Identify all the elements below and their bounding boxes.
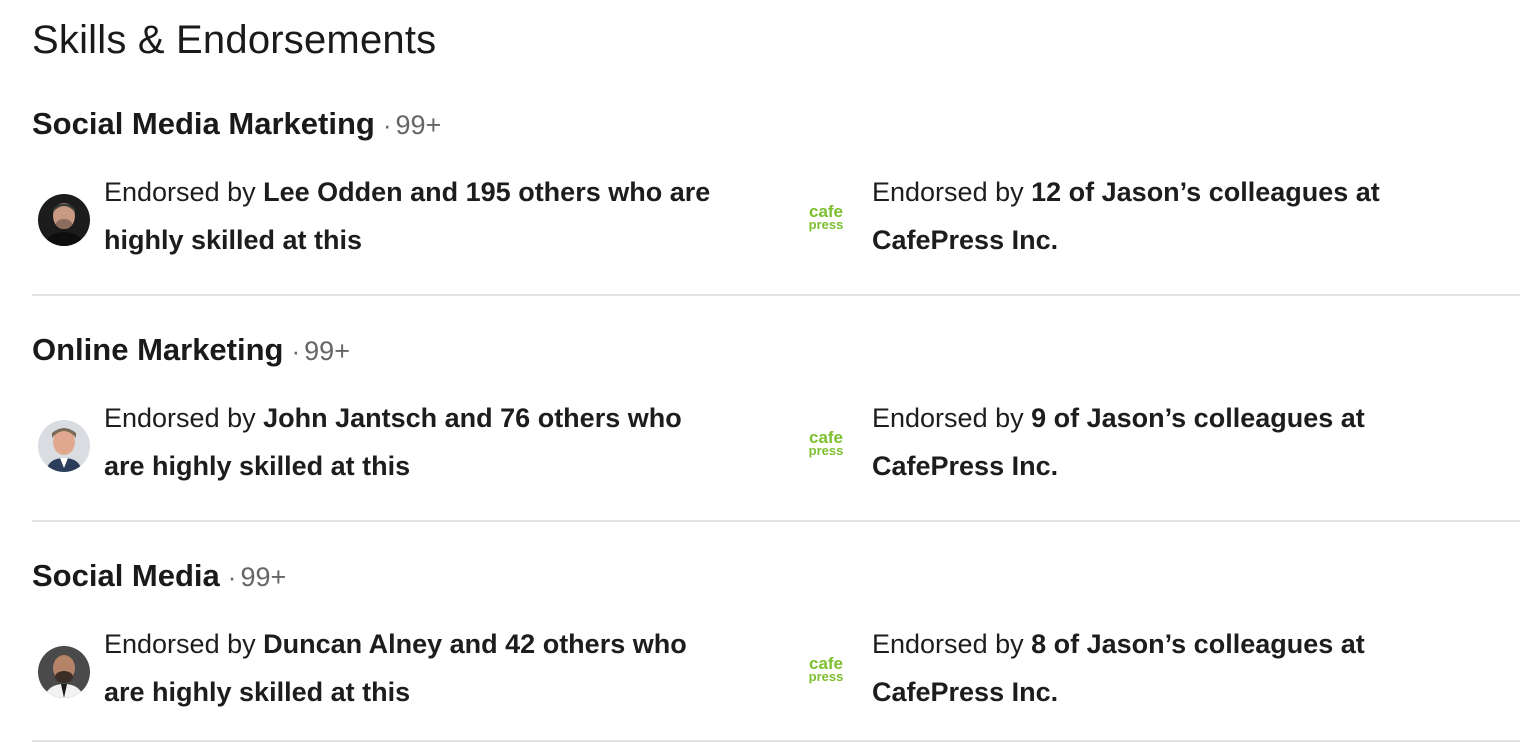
skill-name[interactable]: Social Media <box>32 558 220 593</box>
cafepress-logo-icon: cafe press <box>809 654 844 684</box>
avatar-lee-odden[interactable] <box>38 194 90 246</box>
svg-text:press: press <box>809 443 844 458</box>
profile-photo-icon <box>38 420 90 472</box>
endorsement-text: Endorsed by 9 of Jason’s colleagues at C… <box>872 403 1365 481</box>
skill-name[interactable]: Online Marketing <box>32 332 283 367</box>
endorsement-text: Endorsed by 8 of Jason’s colleagues at C… <box>872 629 1365 707</box>
divider <box>32 740 1520 742</box>
section-title: Skills & Endorsements <box>32 18 437 62</box>
skill-header: Social Media · 99+ <box>32 558 286 594</box>
endorsement-count[interactable]: 99+ <box>240 562 286 592</box>
separator-dot: · <box>291 336 301 366</box>
skill-header: Online Marketing · 99+ <box>32 332 350 368</box>
endorsement-text: Endorsed by Duncan Alney and 42 others w… <box>104 629 687 707</box>
avatar-duncan-alney[interactable] <box>38 646 90 698</box>
skill-item-social-media-marketing: Social Media Marketing · 99+ Endorsed by L… <box>32 106 1520 296</box>
svg-text:press: press <box>809 669 844 684</box>
avatar-john-jantsch[interactable] <box>38 420 90 472</box>
skill-item-social-media: Social Media · 99+ Endorsed by Duncan Alne… <box>32 558 1520 742</box>
endorsement-count[interactable]: 99+ <box>396 110 442 140</box>
skill-header: Social Media Marketing · 99+ <box>32 106 441 142</box>
profile-photo-icon <box>38 646 90 698</box>
endorsement-count[interactable]: 99+ <box>304 336 350 366</box>
divider <box>32 294 1520 296</box>
endorsement-text: Endorsed by Lee Odden and 195 others who… <box>104 177 711 255</box>
svg-text:press: press <box>809 217 844 232</box>
separator-dot: · <box>382 110 392 140</box>
profile-photo-icon <box>38 194 90 246</box>
separator-dot: · <box>227 562 237 592</box>
skill-name[interactable]: Social Media Marketing <box>32 106 375 141</box>
cafepress-logo-icon: cafe press <box>809 428 844 458</box>
endorsement-text: Endorsed by John Jantsch and 76 others w… <box>104 403 682 481</box>
divider <box>32 520 1520 522</box>
cafepress-logo-icon: cafe press <box>809 202 844 232</box>
endorsement-text: Endorsed by 12 of Jason’s colleagues at … <box>872 177 1380 255</box>
skill-item-online-marketing: Online Marketing · 99+ Endorsed by John Ja… <box>32 332 1520 522</box>
